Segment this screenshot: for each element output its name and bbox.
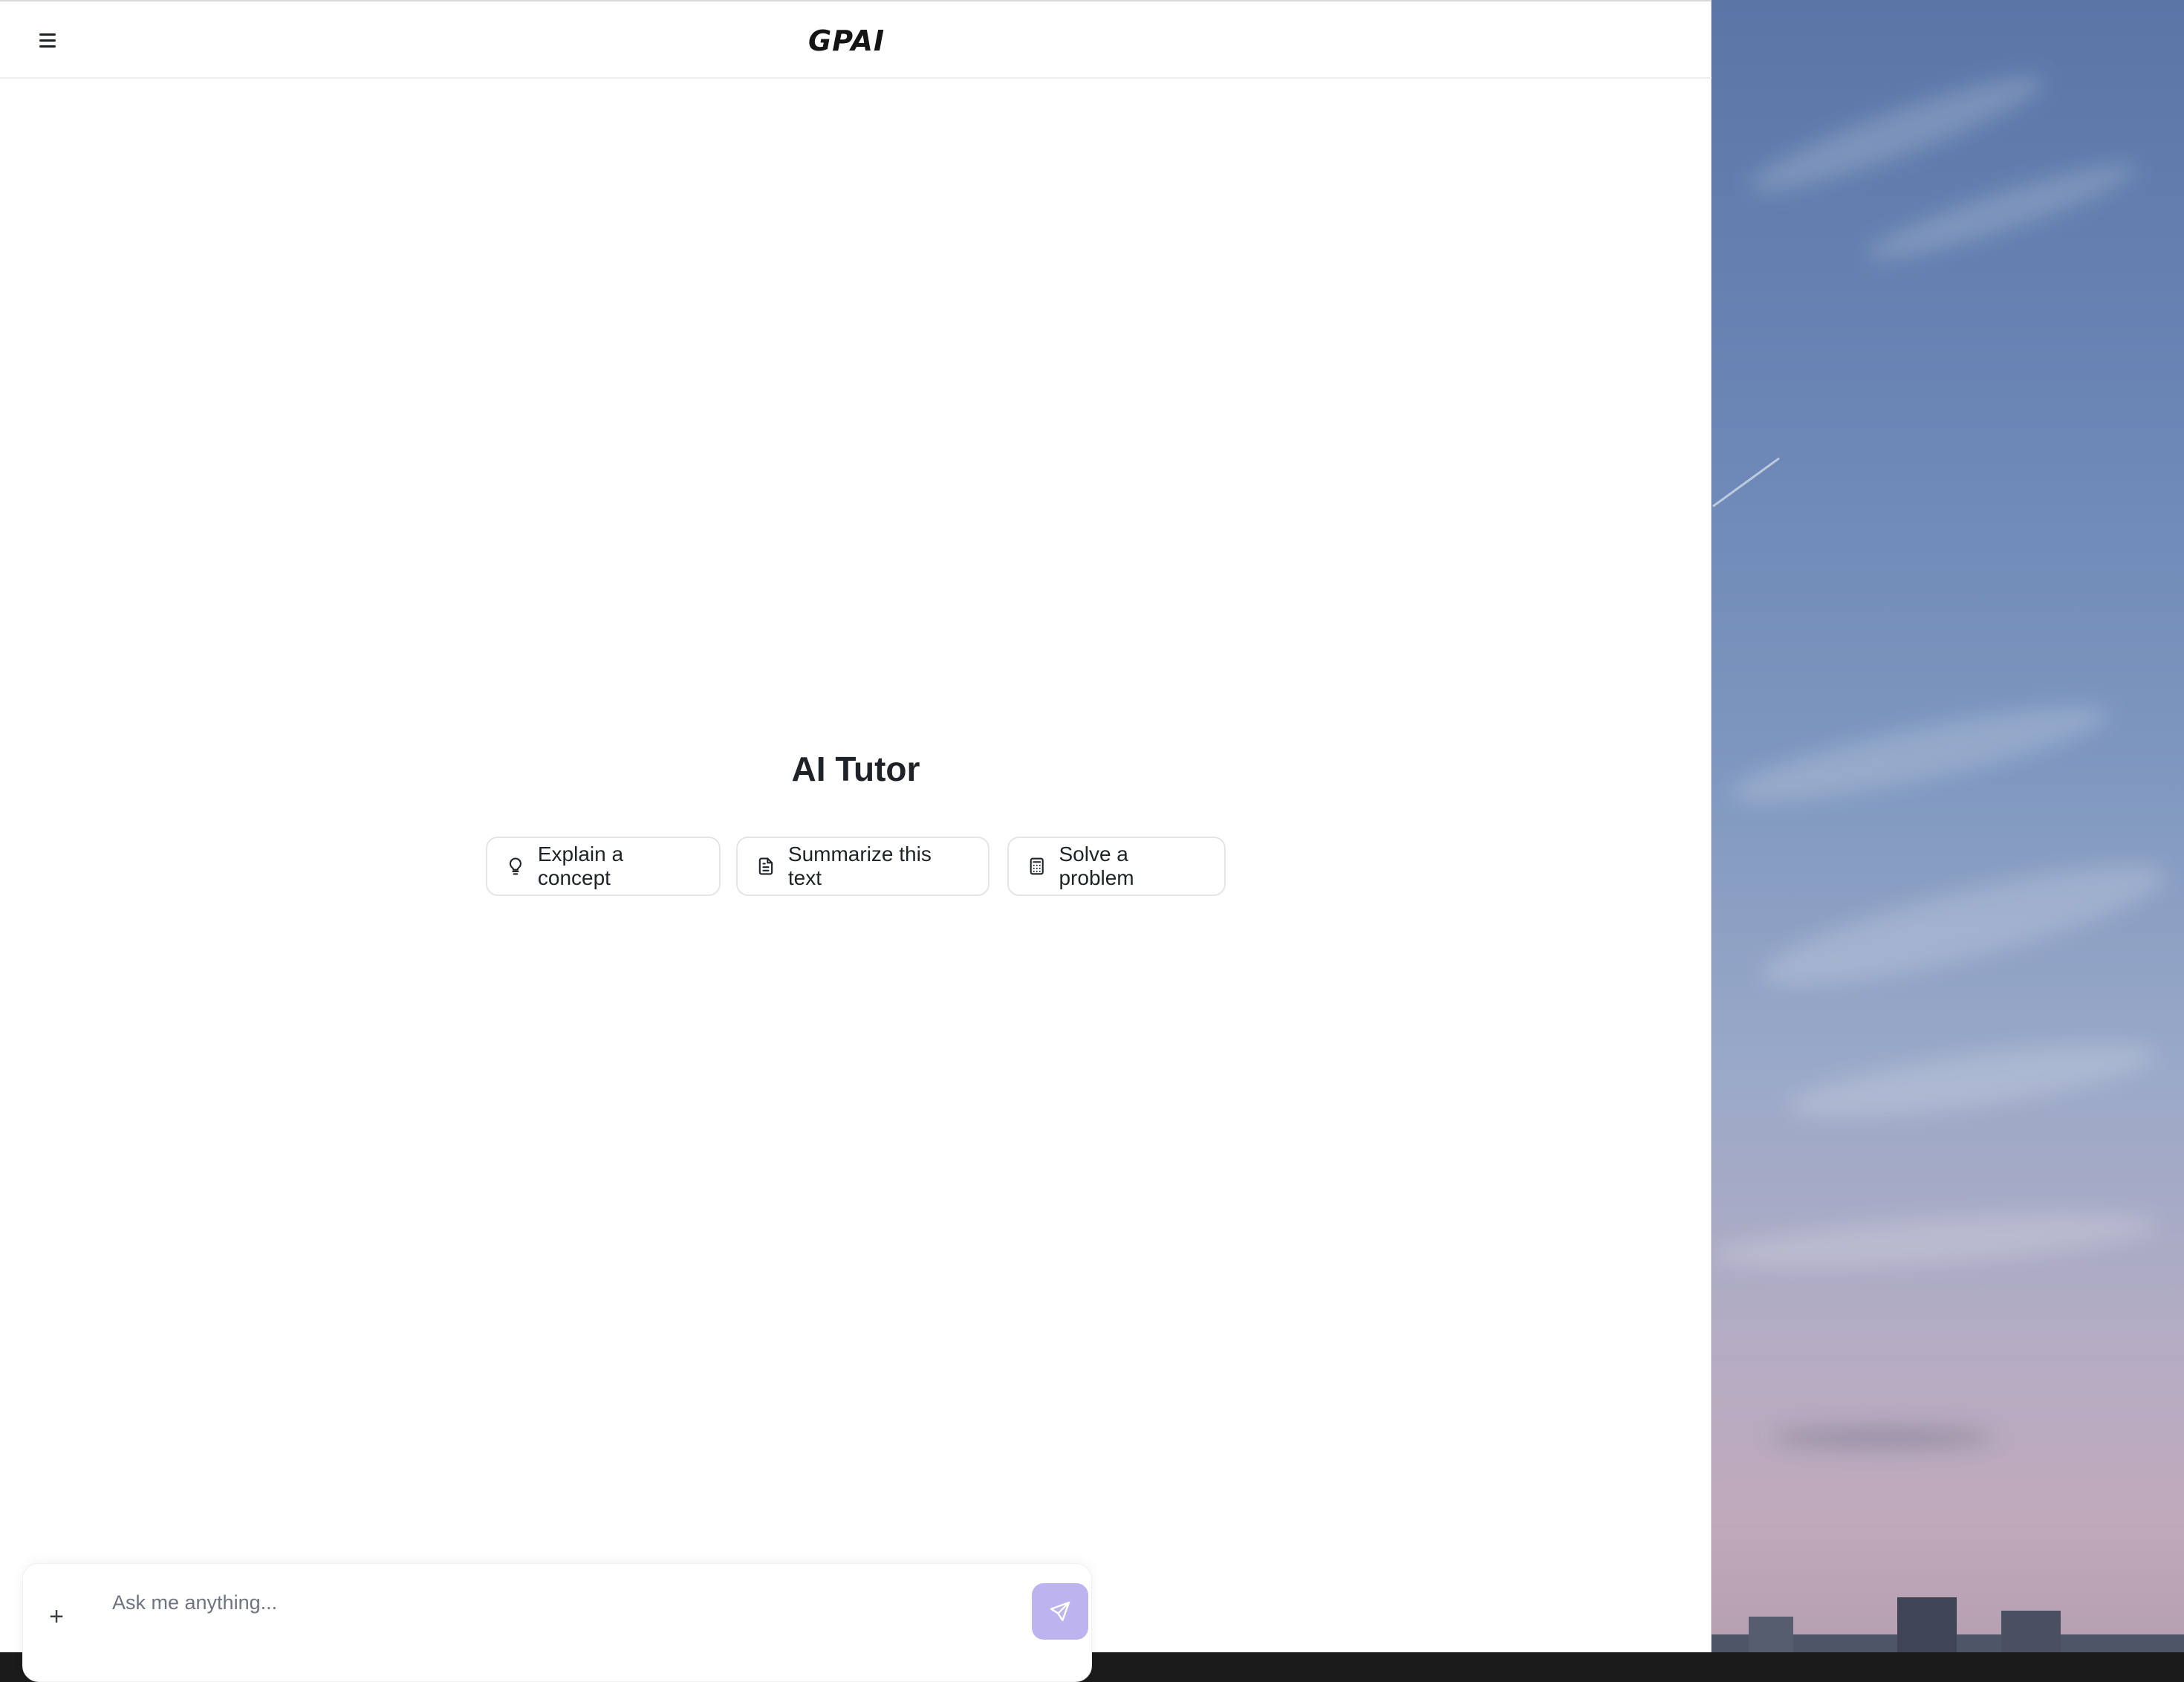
calculator-icon — [1030, 857, 1044, 875]
app-window: GPAI AI Tutor Explain a concept Summariz… — [0, 0, 1712, 1682]
lightbulb-icon — [509, 857, 521, 875]
suggestion-label: Explain a concept — [537, 842, 624, 889]
app-logo[interactable]: GPAI — [808, 24, 885, 58]
ask-input[interactable] — [111, 1585, 1005, 1620]
explain-concept-button[interactable]: Explain a concept — [486, 837, 721, 896]
send-button[interactable] — [1032, 1583, 1088, 1640]
suggestion-label: Solve a problem — [1059, 842, 1134, 889]
page-title: AI Tutor — [791, 750, 920, 788]
suggestion-label: Summarize this text — [787, 842, 932, 889]
desktop-wallpaper — [1712, 0, 2184, 1652]
plus-icon[interactable]: + — [39, 1600, 74, 1634]
document-icon — [758, 857, 773, 875]
top-bar: GPAI — [0, 1, 1712, 79]
send-icon — [1050, 1601, 1070, 1622]
hamburger-menu-icon[interactable] — [34, 27, 61, 53]
solve-problem-button[interactable]: Solve a problem — [1007, 837, 1226, 896]
message-composer: + — [22, 1563, 1092, 1682]
summarize-text-button[interactable]: Summarize this text — [736, 837, 989, 896]
